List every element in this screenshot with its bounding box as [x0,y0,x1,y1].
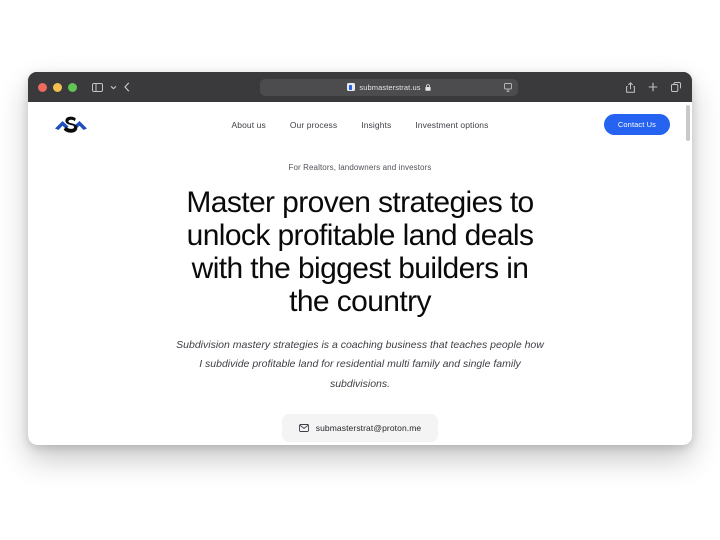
email-contact-button[interactable]: submasterstrat@proton.me [281,414,439,443]
browser-window: submasterstrat.us About us Our process I… [28,72,692,445]
address-bar[interactable]: submasterstrat.us [260,78,518,96]
page-viewport: About us Our process Insights Investment… [28,102,692,445]
sidebar-icon[interactable] [92,82,103,92]
address-bar-url: submasterstrat.us [359,82,421,92]
contact-us-button[interactable]: Contact Us [603,114,670,135]
browser-toolbar: submasterstrat.us [28,72,692,102]
hero-eyebrow: For Realtors, landowners and investors [288,163,432,172]
toolbar-right-group [626,81,681,93]
chevron-down-icon[interactable] [110,85,117,90]
nav-item-investment-options[interactable]: Investment options [415,120,488,130]
nav-item-about-us[interactable]: About us [231,120,265,130]
hero-section: For Realtors, landowners and investors M… [28,147,692,443]
plus-icon[interactable] [648,82,658,92]
site-nav: About us Our process Insights Investment… [28,120,692,130]
site-favicon [347,83,356,91]
hero-subheadline: Subdivision mastery strategies is a coac… [176,339,544,390]
close-button[interactable] [38,82,47,92]
reader-view-icon[interactable] [504,82,512,92]
envelope-icon [298,424,309,433]
subdivision-mastery-logo-icon[interactable] [54,113,88,137]
hero-headline: Master proven strategies to unlock profi… [186,186,534,318]
maximize-button[interactable] [68,82,77,92]
page-scrollbar[interactable] [685,102,692,445]
lock-icon [425,83,431,91]
minimize-button[interactable] [53,82,62,92]
site-header: About us Our process Insights Investment… [28,102,692,147]
scrollbar-thumb[interactable] [686,105,690,141]
window-controls [38,82,77,92]
nav-item-our-process[interactable]: Our process [290,120,337,130]
back-button-icon[interactable] [124,82,130,92]
tab-overview-icon[interactable] [671,82,681,92]
toolbar-left-group [92,82,130,92]
share-icon[interactable] [626,81,635,93]
nav-item-insights[interactable]: Insights [361,120,391,130]
email-address: submasterstrat@proton.me [315,423,422,434]
